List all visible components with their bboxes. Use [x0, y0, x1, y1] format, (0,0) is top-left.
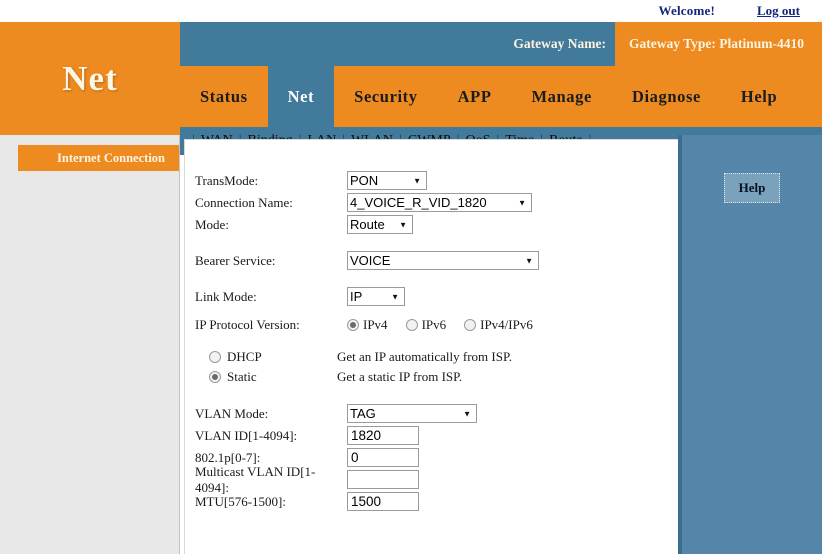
row-link-mode: Link Mode: IPPPPoE: [195, 286, 678, 307]
nav-item-app[interactable]: APP: [438, 66, 512, 127]
radio-button[interactable]: [464, 318, 477, 331]
ip-version-option-label: IPv4/IPv6: [480, 316, 533, 332]
ip-version-option-label: IPv4: [363, 316, 388, 332]
radio-button[interactable]: [209, 351, 221, 363]
ip-assignment-description: Get an IP automatically from ISP.: [337, 349, 512, 364]
nav-item-label: Security: [354, 86, 418, 106]
right-help-panel: Help: [678, 135, 822, 554]
bearer-service-label: Bearer Service:: [195, 252, 276, 268]
transmode-select-wrapper: PONEPONGPONETH: [347, 171, 427, 190]
vlan-id-label: VLAN ID[1-4094]:: [195, 427, 298, 443]
ip-assignment-option-label: DHCP: [227, 349, 262, 364]
nav-item-label: Status: [200, 86, 248, 106]
help-button[interactable]: Help: [723, 173, 781, 203]
connection-name-select[interactable]: 4_VOICE_R_VID_1820: [347, 193, 532, 212]
radio-button[interactable]: [405, 318, 418, 331]
brand-logo-text: Net: [62, 58, 118, 98]
transmode-select[interactable]: PONEPONGPONETH: [347, 171, 427, 190]
row-vlan-mode: VLAN Mode: TAGUNTAGTRANSPARENT: [195, 403, 678, 424]
ip-assignment-option-static[interactable]: Static: [195, 369, 337, 385]
gateway-type-badge: Gateway Type: Platinum-4410: [615, 22, 822, 66]
vlan-mode-label: VLAN Mode:: [195, 405, 269, 421]
row-mtu: MTU[576-1500]:: [195, 491, 678, 512]
nav-item-label: Net: [287, 86, 315, 106]
gateway-name-label: Gateway Name:: [513, 36, 606, 51]
page-body: Internet Connection TransMode: PONEPONGP…: [0, 135, 822, 554]
gateway-info-strip: Gateway Name: Gateway Type: Platinum-441…: [180, 22, 822, 66]
ip-protocol-version-options: IPv4 IPv6 IPv4/IPv6: [347, 317, 547, 333]
row-connection-name: Connection Name: 4_VOICE_R_VID_1820: [195, 192, 678, 213]
bearer-service-select-wrapper: VOICEINTERNETTR069OTHER: [347, 251, 539, 270]
link-mode-select-wrapper: IPPPPoE: [347, 287, 405, 306]
link-mode-select[interactable]: IPPPPoE: [347, 287, 405, 306]
content-panel: TransMode: PONEPONGPONETH Connection Nam…: [184, 139, 678, 554]
nav-item-manage[interactable]: Manage: [512, 66, 612, 127]
mtu-input[interactable]: [347, 492, 419, 511]
wan-connection-form: TransMode: PONEPONGPONETH Connection Nam…: [185, 140, 678, 512]
welcome-text: Welcome!: [658, 3, 716, 18]
ip-version-option-ipv4-ipv6[interactable]: IPv4/IPv6: [464, 317, 533, 333]
ip-assignment-row-dhcp: DHCP Get an IP automatically from ISP.: [195, 347, 678, 367]
vlan-block: VLAN Mode: TAGUNTAGTRANSPARENT VLAN ID[1…: [195, 403, 678, 512]
bearer-service-select[interactable]: VOICEINTERNETTR069OTHER: [347, 251, 539, 270]
link-mode-label: Link Mode:: [195, 288, 257, 304]
radio-button[interactable]: [347, 318, 359, 331]
ip-assignment-block: DHCP Get an IP automatically from ISP. Sta…: [195, 347, 678, 387]
nav-item-diagnose[interactable]: Diagnose: [612, 66, 721, 127]
sidebar-item-label: Internet Connection: [57, 150, 165, 165]
nav-item-help[interactable]: Help: [721, 66, 797, 127]
nav-item-status[interactable]: Status: [180, 66, 268, 127]
transmode-label: TransMode:: [195, 172, 259, 188]
logout-link[interactable]: Log out: [757, 3, 800, 19]
mode-label: Mode:: [195, 216, 229, 232]
row-multicast-vlan-id: Multicast VLAN ID[1-4094]:: [195, 464, 678, 495]
dot1p-input[interactable]: [347, 448, 419, 467]
nav-item-label: Help: [740, 86, 778, 106]
row-mode: Mode: RouteBridge: [195, 214, 678, 235]
top-welcome-bar: Welcome! Log out: [0, 0, 822, 22]
ip-assignment-option-label: Static: [227, 369, 257, 384]
ip-assignment-description: Get a static IP from ISP.: [337, 369, 463, 384]
row-transmode: TransMode: PONEPONGPONETH: [195, 170, 678, 191]
nav-item-net[interactable]: Net: [267, 66, 335, 127]
vlan-mode-select[interactable]: TAGUNTAGTRANSPARENT: [347, 404, 477, 423]
ip-assignment-option-dhcp[interactable]: DHCP: [195, 349, 337, 365]
brand-logo[interactable]: Net: [0, 22, 180, 135]
vlan-id-input[interactable]: [347, 426, 419, 445]
nav-item-security[interactable]: Security: [334, 66, 437, 127]
connection-name-select-wrapper: 4_VOICE_R_VID_1820: [347, 193, 532, 212]
nav-item-label: Manage: [531, 86, 592, 106]
mode-select-wrapper: RouteBridge: [347, 215, 413, 234]
nav-item-label: APP: [457, 86, 492, 106]
sidebar-item-internet-connection[interactable]: Internet Connection: [18, 145, 179, 171]
ip-version-option-label: IPv6: [421, 316, 447, 332]
row-bearer-service: Bearer Service: VOICEINTERNETTR069OTHER: [195, 250, 678, 271]
ip-protocol-version-label: IP Protocol Version:: [195, 316, 300, 332]
row-vlan-id: VLAN ID[1-4094]:: [195, 425, 678, 446]
main-navigation: Status Net Security APP Manage Diagnose Help: [180, 66, 822, 127]
radio-button[interactable]: [209, 371, 221, 383]
mtu-label: MTU[576-1500]:: [195, 493, 286, 509]
left-sidebar: Internet Connection: [0, 135, 180, 554]
connection-name-label: Connection Name:: [195, 194, 293, 210]
vlan-mode-select-wrapper: TAGUNTAGTRANSPARENT: [347, 404, 477, 423]
ip-version-option-ipv4[interactable]: IPv4: [347, 317, 388, 333]
page-header: Net Gateway Name: Gateway Type: Platinum…: [0, 22, 822, 155]
ip-assignment-row-static: Static Get a static IP from ISP.: [195, 367, 678, 387]
row-ip-protocol-version: IP Protocol Version: IPv4 IPv6 IPv4/IPv6: [195, 314, 678, 335]
multicast-vlan-id-input[interactable]: [347, 470, 419, 489]
ip-version-option-ipv6[interactable]: IPv6: [405, 316, 447, 333]
mode-select[interactable]: RouteBridge: [347, 215, 413, 234]
multicast-vlan-id-label: Multicast VLAN ID[1-4094]:: [195, 463, 316, 495]
nav-item-label: Diagnose: [631, 86, 701, 106]
